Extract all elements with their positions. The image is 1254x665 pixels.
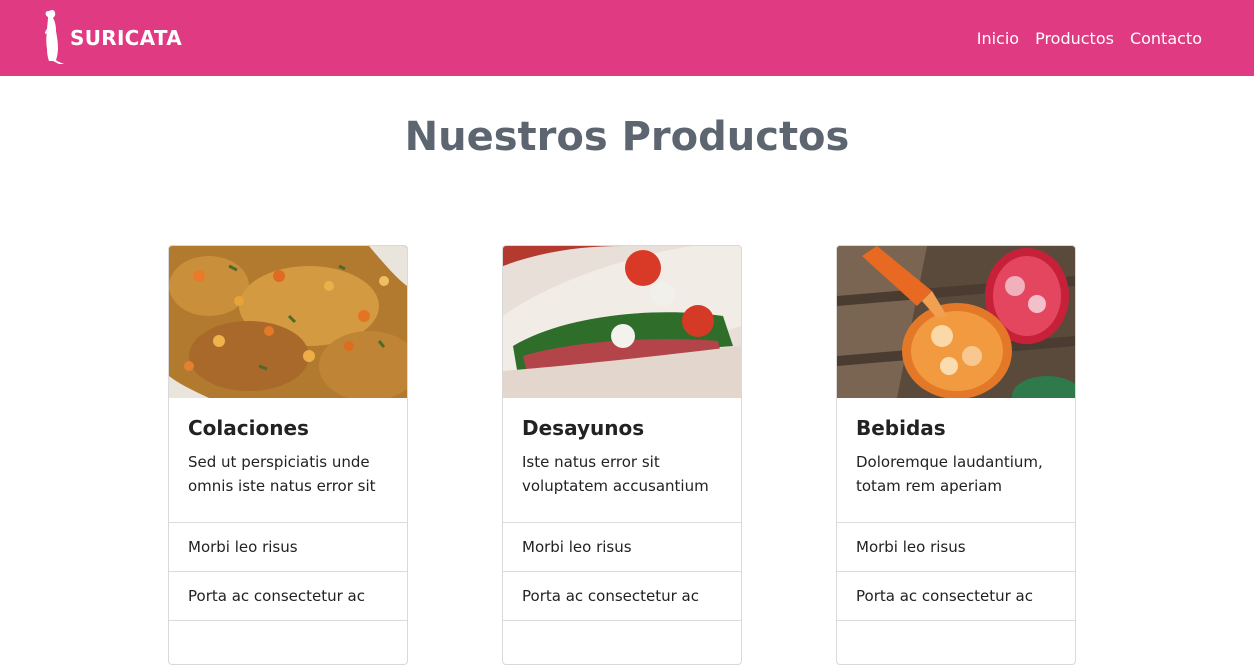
card-title: Desayunos <box>522 416 645 440</box>
list-item: Morbi leo risus <box>169 523 407 572</box>
list-item: Porta ac consectetur ac <box>503 572 741 621</box>
product-card-bebidas: Bebidas Doloremque laudantium, totam rem… <box>836 245 1076 665</box>
nav-link-productos[interactable]: Productos <box>1035 29 1114 48</box>
list-item: Porta ac consectetur ac <box>837 572 1075 621</box>
card-text: Iste natus error sit voluptatem accusant… <box>522 453 709 495</box>
product-card-colaciones: Colaciones Sed ut perspiciatis unde omni… <box>168 245 408 665</box>
food-stew-image <box>169 246 407 398</box>
card-body: Bebidas Doloremque laudantium, totam rem… <box>837 398 1075 523</box>
meerkat-icon <box>45 9 64 65</box>
brand-name: SURICATA <box>70 26 183 50</box>
product-card-desayunos: Desayunos Iste natus error sit voluptate… <box>502 245 742 665</box>
nav-link-inicio[interactable]: Inicio <box>977 29 1019 48</box>
navbar: SURICATA Inicio Productos Contacto <box>0 0 1254 76</box>
card-text: Doloremque laudantium, totam rem aperiam <box>856 453 1043 495</box>
list-item <box>503 621 741 664</box>
nav-link-contacto[interactable]: Contacto <box>1130 29 1202 48</box>
page-title: Nuestros Productos <box>404 114 850 160</box>
card-body: Desayunos Iste natus error sit voluptate… <box>503 398 741 523</box>
card-text: Sed ut perspiciatis unde omnis iste natu… <box>188 453 376 495</box>
brand-logo-link[interactable]: SURICATA <box>40 8 182 66</box>
drinks-image <box>837 246 1075 398</box>
nav-links: Inicio Productos Contacto <box>977 0 1202 76</box>
list-item <box>169 621 407 664</box>
card-title: Bebidas <box>856 416 946 440</box>
list-item: Morbi leo risus <box>503 523 741 572</box>
card-title: Colaciones <box>188 416 309 440</box>
list-item: Morbi leo risus <box>837 523 1075 572</box>
sandwich-image <box>503 246 741 398</box>
card-body: Colaciones Sed ut perspiciatis unde omni… <box>169 398 407 523</box>
list-item: Porta ac consectetur ac <box>169 572 407 621</box>
list-item <box>837 621 1075 664</box>
